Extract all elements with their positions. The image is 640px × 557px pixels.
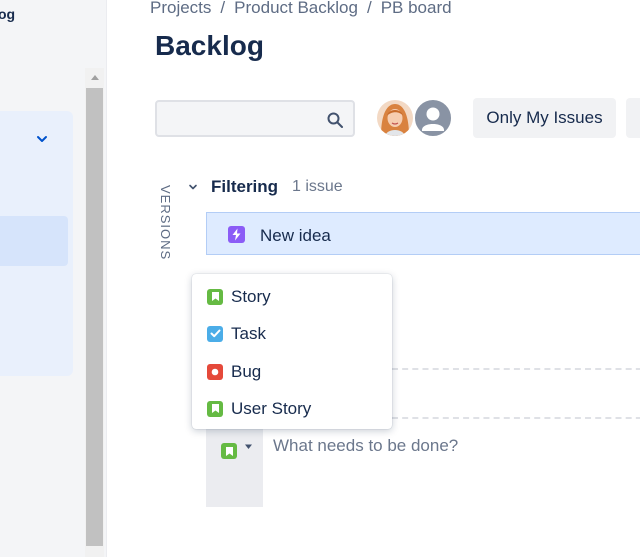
breadcrumb-product-backlog[interactable]: Product Backlog <box>234 0 358 17</box>
avatar-default-user-icon[interactable] <box>413 98 453 138</box>
sidebar-title: og <box>0 6 16 22</box>
issue-type-dropdown: Story Task Bug User Story <box>192 274 392 429</box>
breadcrumb-separator: / <box>366 0 372 17</box>
issue-title: New idea <box>260 226 331 245</box>
dropdown-item-task[interactable]: Task <box>192 315 392 352</box>
breadcrumb-separator: / <box>220 0 226 17</box>
chevron-down-icon[interactable] <box>35 132 49 146</box>
issue-type-picker[interactable] <box>206 425 263 507</box>
sidebar-item-selected[interactable] <box>0 216 68 266</box>
lightning-icon <box>228 226 245 243</box>
search-box[interactable] <box>155 100 355 137</box>
sprint-name[interactable]: Filtering <box>211 177 278 197</box>
bookmark-icon <box>207 400 223 417</box>
only-my-issues-button[interactable]: Only My Issues <box>473 98 616 138</box>
create-issue-input[interactable]: What needs to be done? <box>273 436 458 456</box>
breadcrumb-pb-board[interactable]: PB board <box>381 0 452 17</box>
page-title: Backlog <box>155 30 264 61</box>
caret-down-icon[interactable] <box>244 442 253 451</box>
checkbox-icon <box>207 325 223 342</box>
bug-dot-icon <box>207 363 223 380</box>
search-icon[interactable] <box>326 111 344 129</box>
dropdown-item-label: Story <box>231 286 271 306</box>
issue-row[interactable]: New idea <box>206 212 640 255</box>
bookmark-icon <box>207 288 223 305</box>
dropdown-item-label: Bug <box>231 361 262 381</box>
bookmark-icon <box>221 443 237 459</box>
sprint-issue-count: 1 issue <box>292 178 343 195</box>
breadcrumb: Projects / Product Backlog / PB board <box>150 0 452 18</box>
dropdown-item-user-story[interactable]: User Story <box>192 390 392 427</box>
dropdown-item-bug[interactable]: Bug <box>192 353 392 390</box>
sidebar: og <box>0 0 107 557</box>
next-filter-button[interactable] <box>626 98 640 138</box>
search-input[interactable] <box>163 108 323 130</box>
breadcrumb-projects[interactable]: Projects <box>150 0 211 17</box>
divider <box>392 417 640 419</box>
divider <box>392 368 640 370</box>
versions-panel-toggle[interactable]: VERSIONS <box>158 185 173 260</box>
scrollbar[interactable] <box>85 68 104 557</box>
scrollbar-thumb[interactable] <box>86 88 103 546</box>
dropdown-item-label: User Story <box>231 398 312 418</box>
avatar-user-photo[interactable] <box>375 98 415 138</box>
chevron-down-icon[interactable] <box>186 180 200 194</box>
dropdown-item-label: Task <box>231 323 266 343</box>
scroll-up-arrow-icon[interactable] <box>85 68 104 85</box>
dropdown-item-story[interactable]: Story <box>192 278 392 315</box>
